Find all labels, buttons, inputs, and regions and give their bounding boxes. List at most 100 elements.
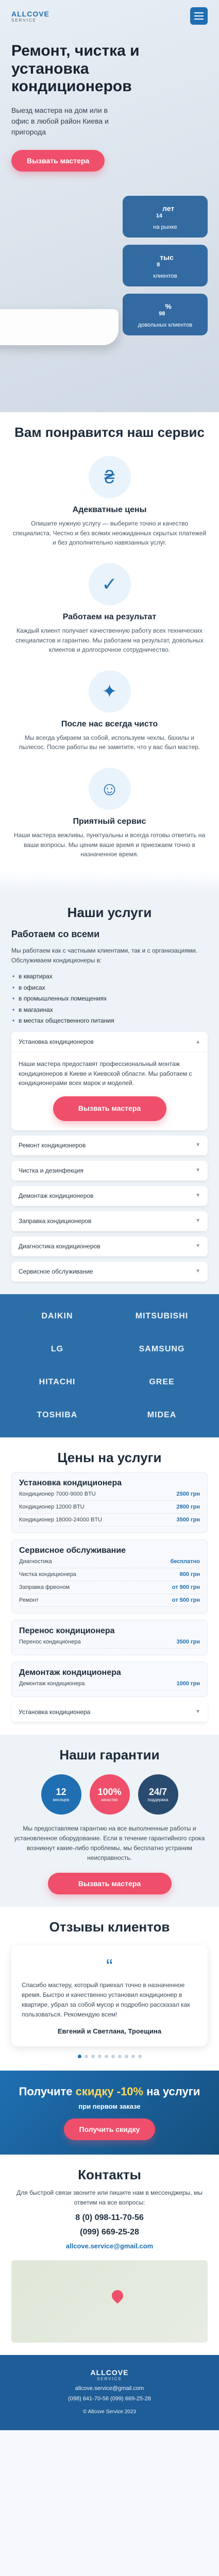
brand-logo: MITSUBISHI — [135, 1311, 189, 1320]
carousel-dot[interactable] — [91, 2054, 95, 2058]
promo-title-post: на услуги — [146, 2084, 200, 2098]
advantage-text: Опишите нужную услугу — выберите точно и… — [12, 520, 207, 547]
price-value: от 900 грн — [172, 1584, 200, 1590]
get-discount-button[interactable]: Получить скидку — [63, 2118, 156, 2140]
accordion-item[interactable]: Диагностика кондиционеров ▼ — [11, 1236, 208, 1257]
brand-logo: MIDEA — [147, 1410, 177, 1419]
badge-value: 24/7 — [148, 1786, 167, 1797]
list-item: в магазинах — [12, 1005, 208, 1016]
list-item: в местах общественного питания — [12, 1015, 208, 1027]
carousel-dots — [11, 2054, 208, 2058]
promo-subtitle: при первом заказе — [78, 2102, 141, 2110]
price-group-title: Перенос кондиционера — [19, 1626, 115, 1635]
accordion-header[interactable]: Установка кондиционеров ▲ — [11, 1032, 208, 1053]
phone-link[interactable]: (099) 669-25-28 — [11, 2228, 208, 2237]
brand-logo: TOSHIBA — [37, 1410, 78, 1419]
badge-value: 12 — [56, 1786, 66, 1797]
carousel-dot[interactable] — [104, 2054, 108, 2058]
logo-subtext: SERVICE — [11, 18, 37, 23]
accordion-header[interactable]: Сервисное обслуживание ▼ — [11, 1262, 208, 1282]
accordion-header[interactable]: Заправка кондиционеров ▼ — [11, 1211, 208, 1231]
advantages-section: Вам понравится наш сервис ₴ Адекватные ц… — [0, 412, 219, 872]
price-label: Перенос кондиционера — [19, 1638, 81, 1645]
stat-satisfied: 98% довольных клиентов — [123, 294, 208, 335]
list-item: в квартирах — [12, 971, 208, 982]
logo[interactable]: ALLCOVE SERVICE — [11, 10, 49, 23]
accordion-header[interactable]: Диагностика кондиционеров ▼ — [11, 1236, 208, 1257]
price-label: Ремонт — [19, 1597, 39, 1603]
chevron-down-icon: ▼ — [195, 1193, 200, 1199]
section-divider — [0, 871, 219, 892]
call-master-button[interactable]: Вызвать мастера — [53, 1096, 166, 1121]
dropdown-header[interactable]: Установка кондиционера ▼ — [11, 1702, 208, 1722]
carousel-dot[interactable] — [124, 2054, 128, 2058]
guarantee-badge: 24/7 поддержка — [138, 1774, 178, 1815]
price-value: 2500 грн — [176, 1490, 200, 1497]
phone-link[interactable]: 8 (0) 098-11-70-56 — [11, 2213, 208, 2223]
price-group: Сервисное обслуживание Диагностика беспла… — [11, 1539, 208, 1614]
carousel-dot[interactable] — [97, 2054, 102, 2058]
map[interactable] — [11, 2260, 208, 2343]
carousel-dot[interactable] — [84, 2054, 88, 2058]
accordion-label: Чистка и дезинфекция — [19, 1166, 83, 1174]
footer: ALLCOVE SERVICE allcove.service@gmail.com… — [0, 2354, 219, 2430]
accordion-label: Установка кондиционеров — [19, 1038, 94, 1046]
price-group-title: Демонтаж кондиционера — [19, 1668, 121, 1677]
call-master-button[interactable]: Вызвать мастера — [11, 149, 105, 172]
price-label: Демонтаж кондиционера — [19, 1680, 85, 1687]
price-label: Чистка кондиционера — [19, 1571, 76, 1578]
prices-section: Цены на услуги Установка кондиционера Ко… — [0, 1437, 219, 1735]
carousel-dot[interactable] — [77, 2054, 81, 2058]
price-row: Перенос кондиционера 3500 грн — [19, 1636, 200, 1649]
price-row: Ремонт от 500 грн — [19, 1594, 200, 1607]
promo-banner: Получите скидку -10% на услуги при перво… — [0, 2070, 219, 2155]
guarantee-badges: 12 месяцев 100% качество 24/7 поддержка — [11, 1774, 208, 1815]
call-master-button[interactable]: Вызвать мастера — [47, 1872, 172, 1894]
footer-email[interactable]: allcove.service@gmail.com — [11, 2385, 208, 2392]
dropdown-label: Установка кондиционера — [19, 1708, 91, 1716]
price-row: Демонтаж кондиционера 1000 грн — [19, 1677, 200, 1690]
advantage-text: Каждый клиент получает качественную рабо… — [15, 626, 204, 654]
accordion-item[interactable]: Заправка кондиционеров ▼ — [11, 1211, 208, 1231]
price-value: от 500 грн — [172, 1597, 200, 1603]
map-pin-icon — [109, 2287, 126, 2304]
carousel-dot[interactable] — [111, 2054, 115, 2058]
accordion-header[interactable]: Ремонт кондиционеров ▼ — [11, 1136, 208, 1156]
accordion-header[interactable]: Чистка и дезинфекция ▼ — [11, 1161, 208, 1181]
price-value: 2800 грн — [176, 1503, 200, 1510]
price-dropdown[interactable]: Установка кондиционера ▼ — [11, 1702, 208, 1722]
price-label: Заправка фреоном — [19, 1584, 70, 1590]
menu-icon[interactable] — [190, 7, 208, 25]
price-row: Кондиционер 12000 BTU 2800 грн — [19, 1501, 200, 1514]
email-link[interactable]: allcove.service@gmail.com — [11, 2242, 208, 2250]
price-group: Перенос кондиционера Перенос кондиционер… — [11, 1619, 208, 1655]
stat-label: на рынке — [153, 224, 177, 230]
quote-icon: “ — [106, 1955, 113, 1977]
list-item: в промышленных помещениях — [12, 993, 208, 1005]
price-group-title: Сервисное обслуживание — [19, 1546, 126, 1555]
carousel-dot[interactable] — [131, 2054, 135, 2058]
accordion-item[interactable]: Сервисное обслуживание ▼ — [11, 1261, 208, 1282]
services-description: Мы работаем как с частными клиентами, та… — [11, 946, 197, 964]
footer-logo[interactable]: ALLCOVE SERVICE — [11, 2368, 208, 2381]
advantage-item: ₴ Адекватные цены Опишите нужную услугу … — [11, 456, 208, 548]
accordion-header[interactable]: Демонтаж кондиционеров ▼ — [11, 1186, 208, 1206]
thumbs-up-icon: ✓ — [88, 563, 131, 605]
accordion-item[interactable]: Демонтаж кондиционеров ▼ — [11, 1185, 208, 1206]
stat-value: 8 — [157, 262, 160, 268]
price-value: бесплатно — [170, 1558, 200, 1565]
stat-years: 14лет на рынке — [123, 196, 208, 238]
brand-logo: DAIKIN — [41, 1311, 73, 1320]
price-value: 3500 грн — [176, 1638, 200, 1645]
guarantees-text: Мы предоставляем гарантию на все выполне… — [14, 1824, 205, 1862]
advantage-item: ☺ Приятный сервис Наши мастера вежливы, … — [11, 767, 208, 859]
carousel-dot[interactable] — [138, 2054, 142, 2058]
stat-label: довольных клиентов — [138, 322, 193, 328]
prices-title: Цены на услуги — [57, 1449, 162, 1465]
badge-value: 100% — [97, 1786, 122, 1797]
carousel-dot[interactable] — [117, 2054, 122, 2058]
accordion-item[interactable]: Чистка и дезинфекция ▼ — [11, 1160, 208, 1181]
footer-phones[interactable]: (098) 641-70-56 (099) 669-25-28 — [11, 2396, 208, 2402]
accordion-item[interactable]: Ремонт кондиционеров ▼ — [11, 1135, 208, 1156]
brand-logo: HITACHI — [39, 1377, 76, 1386]
